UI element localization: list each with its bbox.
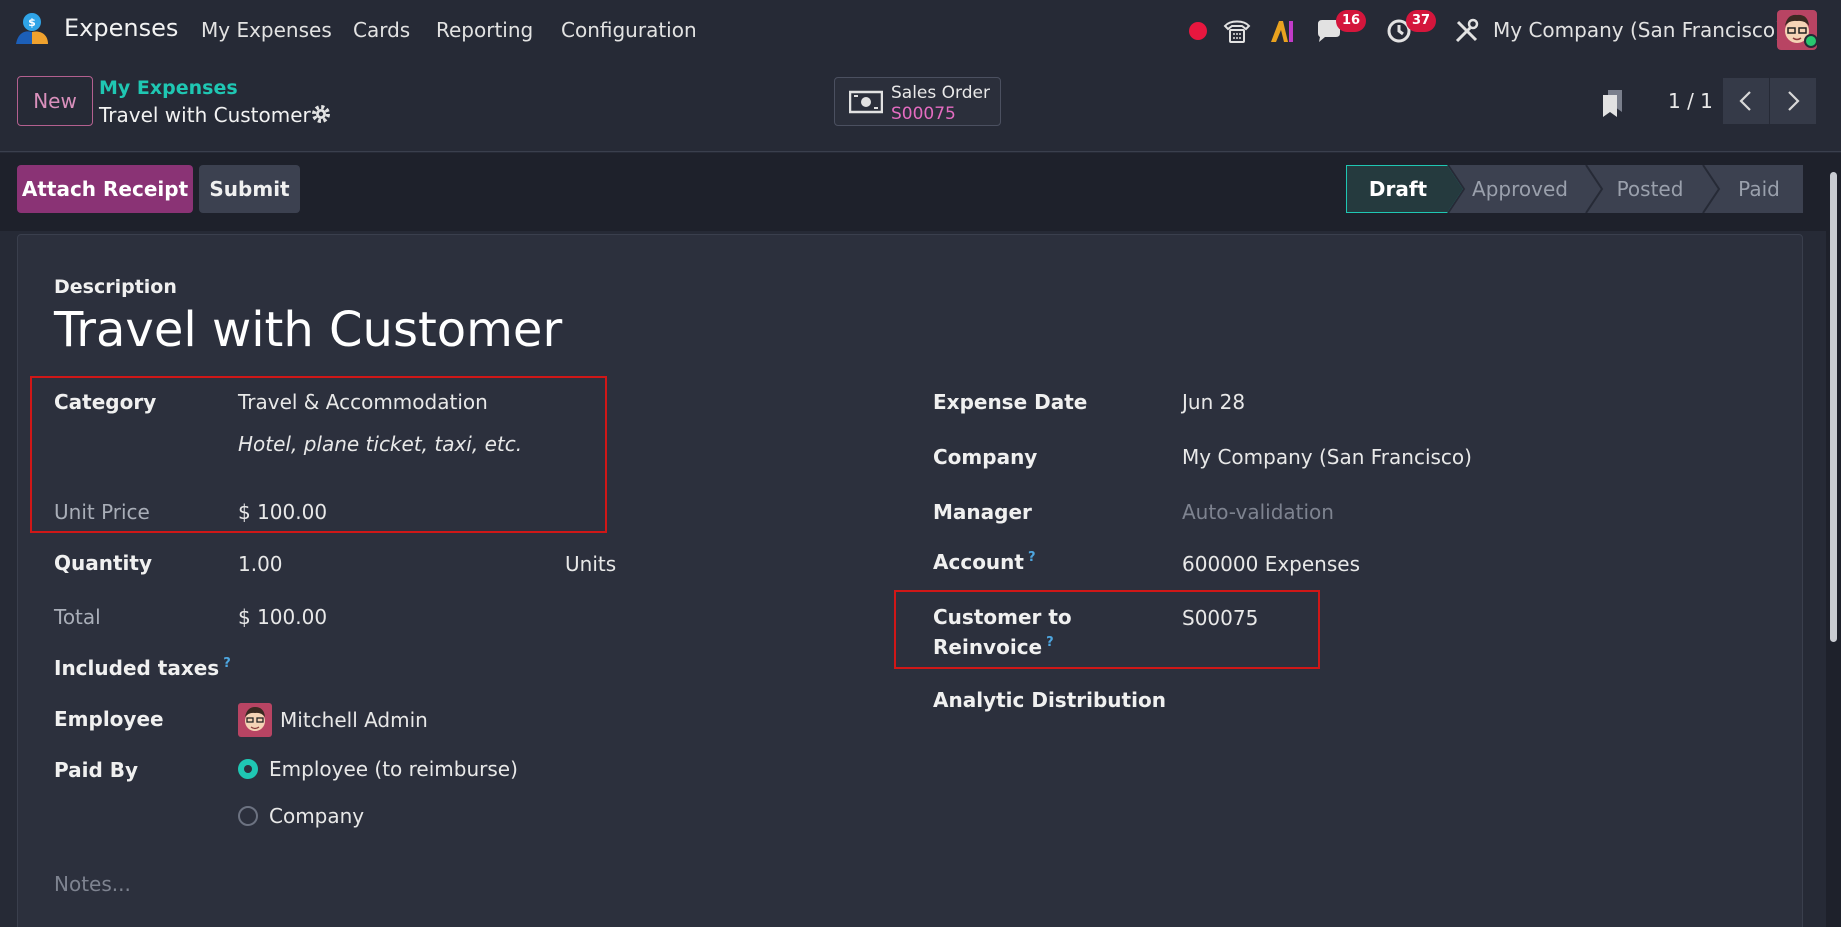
manager-label: Manager [933,500,1032,524]
paid-by-company-radio[interactable] [238,806,258,826]
expense-date-field[interactable]: Jun 28 [1182,390,1245,414]
cash-icon [849,90,883,114]
total-label: Total [54,605,101,629]
employee-avatar [238,703,272,737]
category-field[interactable]: Travel & Accommodation [238,390,488,414]
menu-reporting[interactable]: Reporting [436,18,533,42]
stage-approved[interactable]: Approved [1460,165,1580,213]
analytic-distribution-field[interactable] [1182,684,1582,718]
ai-icon[interactable] [1268,16,1298,46]
online-status-icon [1804,34,1818,48]
messages-badge: 16 [1336,10,1367,32]
chevron-right-icon [1788,91,1800,111]
activities-badge: 37 [1406,10,1437,32]
description-label: Description [54,276,177,298]
company-switcher[interactable]: My Company (San Francisco) [1493,18,1783,42]
attach-receipt-button[interactable]: Attach Receipt [17,165,193,213]
customer-to-reinvoice-field[interactable]: S00075 [1182,606,1258,630]
expense-date-label: Expense Date [933,390,1088,414]
phone-icon[interactable] [1222,16,1252,46]
account-label-text: Account [933,550,1024,574]
app-title[interactable]: Expenses [64,14,178,42]
bookmark-icon[interactable] [1600,88,1626,118]
svg-text:$: $ [28,16,36,29]
menu-cards[interactable]: Cards [353,18,410,42]
smart-button-value: S00075 [891,104,956,124]
unit-price-value[interactable]: $ 100.00 [238,500,327,524]
company-field[interactable]: My Company (San Francisco) [1182,445,1472,469]
top-navbar: $ Expenses My Expenses Cards Reporting C… [0,0,1841,60]
menu-configuration[interactable]: Configuration [561,18,697,42]
paid-by-employee-label[interactable]: Employee (to reimburse) [269,757,518,781]
included-taxes-help-icon[interactable]: ? [223,656,231,671]
paid-by-employee-radio[interactable] [238,759,258,779]
breadcrumb-current: Travel with Customer [99,103,311,127]
company-label: Company [933,445,1038,469]
included-taxes-text: Included taxes [54,656,220,680]
quantity-label: Quantity [54,551,152,575]
employee-label: Employee [54,707,164,731]
quantity-field[interactable]: 1.00 [238,552,283,576]
stage-paid[interactable]: Paid [1716,165,1802,213]
stage-posted[interactable]: Posted [1598,165,1702,213]
account-help-icon[interactable]: ? [1028,550,1036,565]
paid-by-label: Paid By [54,758,139,782]
new-button[interactable]: New [17,76,93,126]
scrollbar-thumb[interactable] [1830,172,1837,642]
customer-label-line1: Customer to [933,605,1072,629]
gear-icon[interactable] [310,103,332,125]
manager-field[interactable]: Auto-validation [1182,500,1334,524]
account-label: Account? [933,550,1036,574]
paid-by-company-label[interactable]: Company [269,804,364,828]
expense-title-input[interactable]: Travel with Customer [54,302,562,358]
tools-icon[interactable] [1452,16,1482,46]
submit-button[interactable]: Submit [199,165,300,213]
account-field[interactable]: 600000 Expenses [1182,552,1360,576]
unit-price-label: Unit Price [54,500,150,524]
pager-next-button[interactable] [1770,78,1816,124]
customer-label-line2: Reinvoice? [933,635,1054,659]
customer-label-text: Reinvoice [933,635,1043,659]
employee-field[interactable]: Mitchell Admin [280,708,428,732]
chevron-left-icon [1739,91,1751,111]
smart-button-label: Sales Order [891,83,990,103]
breadcrumb-my-expenses[interactable]: My Expenses [99,77,238,99]
category-label: Category [54,390,157,414]
expenses-app-icon[interactable]: $ [14,12,50,46]
quantity-uom: Units [565,552,617,576]
record-dot-icon[interactable] [1183,16,1213,46]
included-taxes-label: Included taxes? [54,656,231,680]
notes-field[interactable]: Notes... [54,872,131,896]
analytic-distribution-label: Analytic Distribution [933,688,1166,712]
pager-previous-button[interactable] [1723,78,1769,124]
category-description: Hotel, plane ticket, taxi, etc. [238,432,523,456]
pager-value[interactable]: 1 / 1 [1668,89,1713,113]
stage-draft[interactable]: Draft [1348,165,1448,213]
customer-help-icon[interactable]: ? [1046,635,1054,650]
menu-my-expenses[interactable]: My Expenses [201,18,332,42]
total-value: $ 100.00 [238,605,328,629]
sales-order-smart-button[interactable]: Sales Order S00075 [834,77,1001,126]
